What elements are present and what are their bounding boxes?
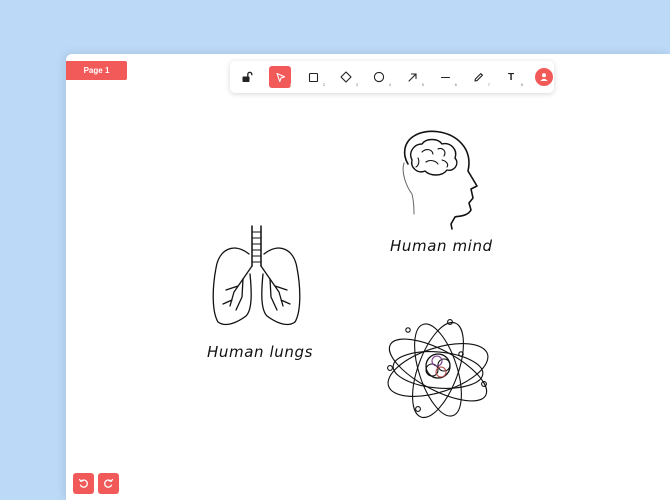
undo-icon	[78, 478, 88, 488]
atom-sketch[interactable]	[381, 316, 495, 424]
label-human-mind[interactable]: Human mind	[390, 237, 493, 255]
drawing-canvas[interactable]	[66, 54, 670, 500]
redo-icon	[104, 478, 114, 488]
redo-button[interactable]	[98, 473, 119, 494]
label-human-lungs[interactable]: Human lungs	[207, 343, 313, 361]
history-controls	[73, 473, 119, 494]
brain-head-sketch[interactable]	[402, 130, 478, 230]
undo-button[interactable]	[73, 473, 94, 494]
whiteboard-window: Page 1 1 2 3 4 5 6 7 T 8 Human mind Huma…	[66, 54, 670, 500]
lungs-sketch[interactable]	[212, 225, 301, 326]
